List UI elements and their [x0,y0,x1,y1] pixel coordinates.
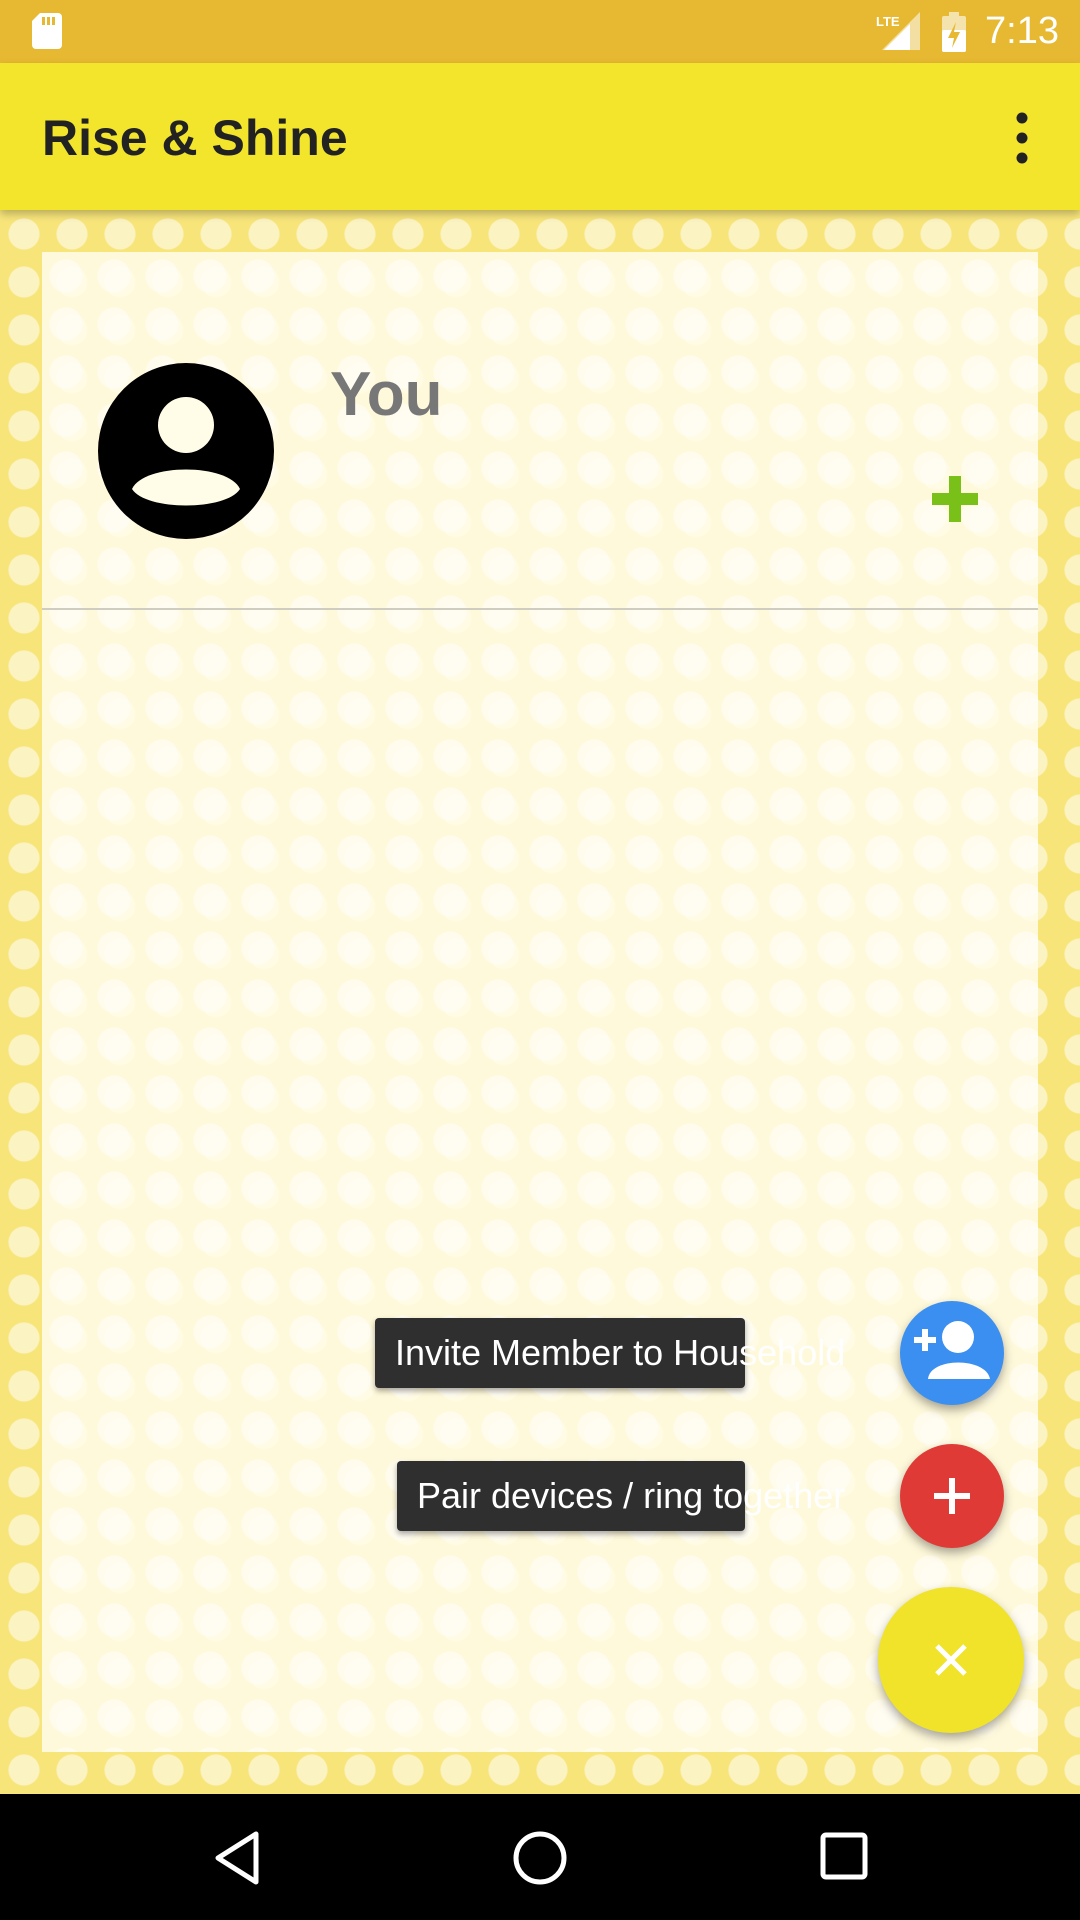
more-vertical-icon[interactable] [1002,111,1042,165]
plus-icon[interactable] [930,474,980,524]
home-icon[interactable] [510,1828,570,1888]
status-bar: LTE 7:13 [0,0,1080,63]
member-name: You [330,360,443,429]
person-add-icon [914,1321,990,1379]
invite-member-button[interactable] [900,1301,1004,1405]
pair-devices-button[interactable] [900,1444,1004,1548]
plus-icon [934,1478,970,1514]
battery-charging-icon [942,12,966,52]
lte-label: LTE [876,14,900,29]
divider [42,608,1038,610]
account-circle-icon [98,363,274,539]
recents-icon[interactable] [818,1830,870,1882]
close-icon [935,1644,967,1676]
app-title: Rise & Shine [42,110,348,166]
sd-card-icon [32,13,62,49]
pair-devices-label[interactable]: Pair devices / ring together [397,1461,845,1531]
app-bar: Rise & Shine [0,63,1080,210]
navigation-bar [0,1794,1080,1920]
lte-signal-icon: LTE [876,12,920,50]
invite-member-label[interactable]: Invite Member to Household [375,1318,845,1388]
back-icon[interactable] [210,1830,266,1886]
close-menu-button[interactable] [878,1587,1024,1733]
clock: 7:13 [985,10,1059,52]
